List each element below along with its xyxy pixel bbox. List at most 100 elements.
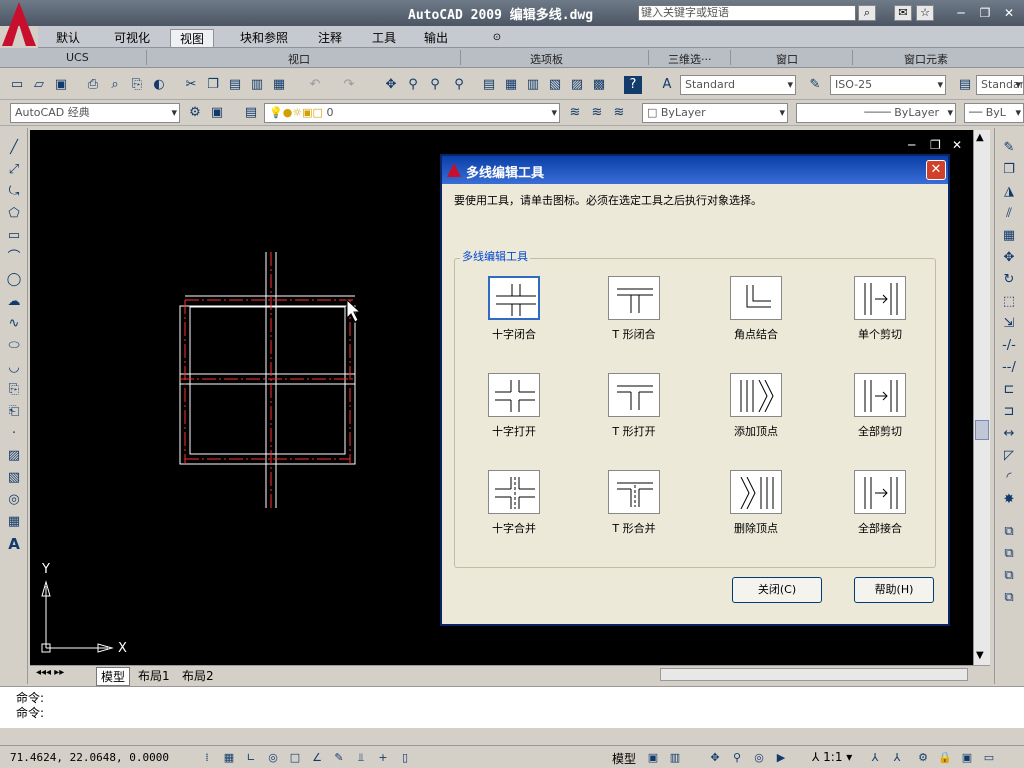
mirror-icon[interactable]: ◮ <box>999 182 1019 202</box>
open-file-icon[interactable]: ▱ <box>30 76 48 94</box>
close-icon[interactable]: ✕ <box>1000 5 1018 21</box>
erase-icon[interactable]: ✎ <box>999 138 1019 158</box>
workspace-switch-icon[interactable]: ⚙ <box>914 749 932 766</box>
point-icon[interactable]: · <box>4 424 24 444</box>
search-icon[interactable]: ⌕ <box>858 5 876 21</box>
print-icon[interactable]: ⎙ <box>84 76 102 94</box>
favorites-icon[interactable]: ☆ <box>916 5 934 21</box>
ducs-icon[interactable]: ✎ <box>330 749 348 766</box>
clean-screen-icon[interactable]: ▭ <box>980 749 998 766</box>
status-tray-icon[interactable]: ▣ <box>958 749 976 766</box>
panel-window-elements[interactable]: 窗口元素 <box>904 51 948 67</box>
tool-tee-merged[interactable]: T 形合并 <box>584 470 684 536</box>
region-icon[interactable]: ◎ <box>4 490 24 510</box>
restore-icon[interactable]: ❐ <box>976 5 994 21</box>
scale-icon[interactable]: ⬚ <box>999 292 1019 312</box>
help-button[interactable]: 帮助(H) <box>854 577 934 603</box>
new-file-icon[interactable]: ▭ <box>8 76 26 94</box>
pan-status-icon[interactable]: ✥ <box>706 749 724 766</box>
tab-model[interactable]: 模型 <box>96 667 131 686</box>
command-window[interactable]: 命令: 命令: <box>0 686 1024 728</box>
tool-cross-closed[interactable]: 十字闭合 <box>464 276 564 342</box>
command-line-2[interactable]: 命令: <box>16 704 44 721</box>
tab-view[interactable]: 视图 <box>170 29 214 47</box>
explode-icon[interactable]: ✸ <box>999 490 1019 510</box>
osnap-icon[interactable]: □ <box>286 749 304 766</box>
table-style-icon[interactable]: ▤ <box>956 76 974 94</box>
communication-icon[interactable]: ✉ <box>894 5 912 21</box>
tool-delete-vertex[interactable]: 删除顶点 <box>706 470 806 536</box>
polygon-icon[interactable]: ⬠ <box>4 204 24 224</box>
dialog-title-bar[interactable]: 多线编辑工具 ✕ <box>442 156 948 184</box>
coordinate-display[interactable]: 71.4624, 22.0648, 0.0000 <box>10 751 169 764</box>
draworder-icon[interactable]: ⧉ <box>999 522 1019 542</box>
close-button[interactable]: 关闭(C) <box>732 577 822 603</box>
layer-select[interactable]: 💡●☼▣□ 0 <box>264 103 560 123</box>
layer-isolate-icon[interactable]: ≋ <box>610 104 628 122</box>
array-icon[interactable]: ▦ <box>999 226 1019 246</box>
linetype-select[interactable]: ──── ByLayer <box>796 103 956 123</box>
annotation-scale[interactable]: ⅄ 1:1 ▾ <box>812 750 852 764</box>
help-icon[interactable]: ? <box>624 76 642 94</box>
ellipse-icon[interactable]: ⬭ <box>4 336 24 356</box>
arc-icon[interactable]: ⌒ <box>4 248 24 268</box>
hatch-icon[interactable]: ▨ <box>4 446 24 466</box>
layout-icon[interactable]: ▣ <box>644 749 662 766</box>
multiline-text-icon[interactable]: A <box>4 534 24 554</box>
insert-block-icon[interactable]: ⎘ <box>4 380 24 400</box>
tab-output[interactable]: 输出 <box>418 29 454 47</box>
dim-style-select[interactable]: ISO-25 <box>830 75 946 95</box>
panel-windows[interactable]: 窗口 <box>776 51 798 67</box>
scroll-thumb[interactable] <box>975 420 989 440</box>
snap-icon[interactable]: ⁞ <box>198 749 216 766</box>
construction-line-icon[interactable]: ⤢ <box>4 160 24 180</box>
search-input[interactable]: 键入关键字或短语 <box>638 5 856 21</box>
stretch-icon[interactable]: ⇲ <box>999 314 1019 334</box>
canvas-restore-icon[interactable]: ❐ <box>930 138 941 152</box>
quick-properties-icon[interactable]: ▯ <box>396 749 414 766</box>
lineweight-icon[interactable]: + <box>374 749 392 766</box>
undo-icon[interactable]: ↶ <box>306 76 324 94</box>
markup-icon[interactable]: ▨ <box>568 76 586 94</box>
publish-icon[interactable]: ⎘ <box>128 76 146 94</box>
bring-front-icon[interactable]: ⧉ <box>999 544 1019 564</box>
move-icon[interactable]: ✥ <box>999 248 1019 268</box>
scroll-up-icon[interactable]: ▲ <box>976 132 984 143</box>
3d-dwf-icon[interactable]: ◐ <box>150 76 168 94</box>
pan-icon[interactable]: ✥ <box>382 76 400 94</box>
scroll-down-icon[interactable]: ▼ <box>976 650 984 661</box>
zoom-status-icon[interactable]: ⚲ <box>728 749 746 766</box>
tab-blocks[interactable]: 块和参照 <box>232 29 296 47</box>
vertical-scrollbar[interactable]: ▲ ▼ <box>973 130 990 667</box>
tab-visualize[interactable]: 可视化 <box>106 29 158 47</box>
horizontal-scrollbar[interactable] <box>660 668 968 681</box>
polar-icon[interactable]: ◎ <box>264 749 282 766</box>
tool-tee-open[interactable]: T 形打开 <box>584 373 684 439</box>
panel-palettes[interactable]: 选项板 <box>530 51 563 67</box>
minimize-icon[interactable]: ─ <box>952 5 970 21</box>
cut-icon[interactable]: ✂ <box>182 76 200 94</box>
workspace-select[interactable]: AutoCAD 经典 <box>10 103 180 123</box>
layer-manager-icon[interactable]: ▤ <box>242 104 260 122</box>
tool-cross-open[interactable]: 十字打开 <box>464 373 564 439</box>
block-editor-icon[interactable]: ▦ <box>270 76 288 94</box>
tool-palettes-icon[interactable]: ▥ <box>524 76 542 94</box>
tab-default[interactable]: 默认 <box>48 29 88 47</box>
zoom-window-icon[interactable]: ⚲ <box>426 76 444 94</box>
send-back-icon[interactable]: ⧉ <box>999 566 1019 586</box>
lock-icon[interactable]: 🔒 <box>936 749 954 766</box>
tab-layout1[interactable]: 布局1 <box>138 667 170 684</box>
trim-icon[interactable]: -/- <box>999 336 1019 356</box>
model-space-button[interactable]: 模型 <box>612 750 636 767</box>
spline-icon[interactable]: ∿ <box>4 314 24 334</box>
grid-icon[interactable]: ▦ <box>220 749 238 766</box>
save-icon[interactable]: ▣ <box>52 76 70 94</box>
auto-scale-icon[interactable]: ⅄ <box>888 749 906 766</box>
copy-object-icon[interactable]: ❐ <box>999 160 1019 180</box>
tab-layout2[interactable]: 布局2 <box>182 667 214 684</box>
sheet-set-icon[interactable]: ▧ <box>546 76 564 94</box>
extend-icon[interactable]: --/ <box>999 358 1019 378</box>
tab-annotate[interactable]: 注释 <box>312 29 348 47</box>
color-select[interactable]: □ ByLayer <box>642 103 788 123</box>
ellipse-arc-icon[interactable]: ◡ <box>4 358 24 378</box>
